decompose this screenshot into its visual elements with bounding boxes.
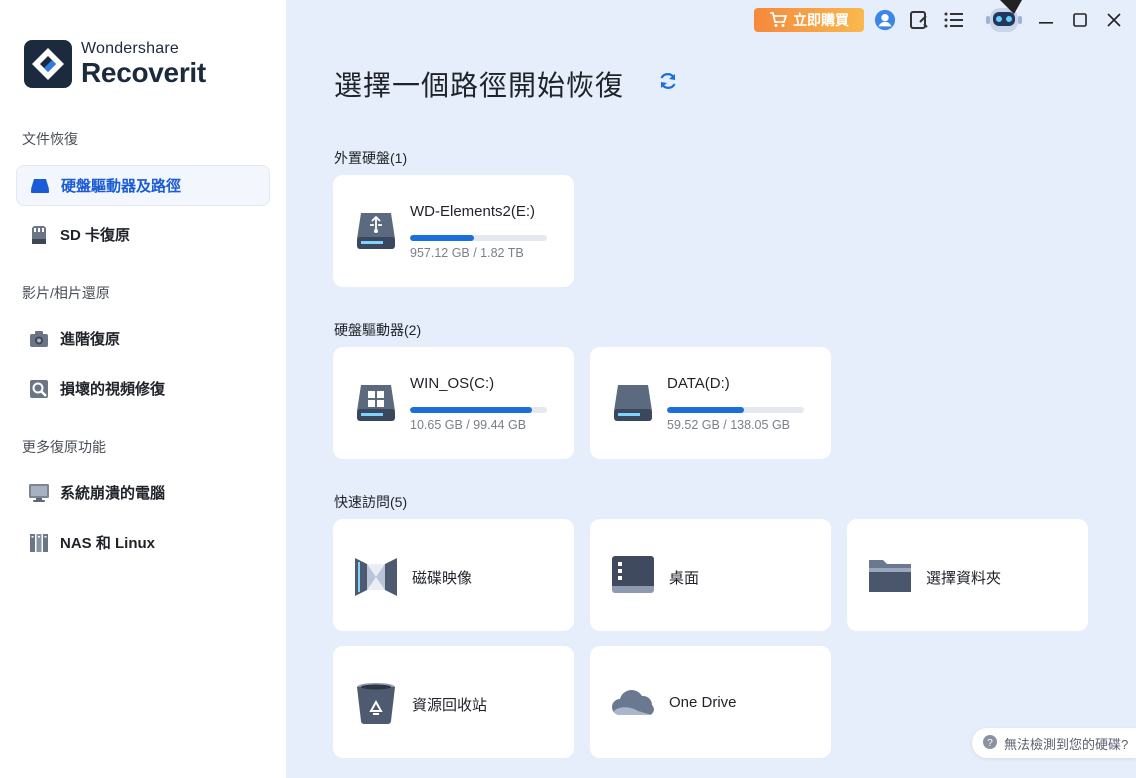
sidebar-item-label: 損壞的視頻修復 — [60, 381, 166, 398]
section-title-more-recovery: 更多復原功能 — [22, 439, 106, 455]
drive-usage-bar — [410, 235, 547, 241]
drive-size: 59.52 GB / 138.05 GB — [667, 418, 790, 432]
question-icon: ? — [982, 734, 998, 753]
drive-size: 10.65 GB / 99.44 GB — [410, 418, 527, 432]
video-repair-icon — [28, 378, 50, 400]
sidebar-item-label: 硬盤驅動器及路徑 — [61, 178, 182, 195]
drive-usage-bar — [410, 407, 547, 413]
refresh-icon[interactable] — [658, 71, 678, 96]
cannot-detect-drive-link[interactable]: ? 無法檢測到您的硬碟? — [972, 728, 1136, 758]
quick-item-label: One Drive — [669, 694, 737, 711]
quick-item-label: 磁碟映像 — [412, 570, 473, 587]
drive-name: WD-Elements2(E:) — [410, 203, 536, 220]
quick-item-recycle-bin[interactable]: 資源回收站 — [333, 646, 574, 758]
drive-card-c[interactable]: WIN_OS(C:) 10.65 GB / 99.44 GB — [333, 347, 574, 459]
minimize-icon[interactable] — [1035, 9, 1057, 31]
brand-product: Recoverit — [81, 57, 206, 88]
sidebar-item-advanced-recovery[interactable]: 進階復原 — [16, 318, 270, 359]
quick-item-label: 桌面 — [669, 570, 700, 587]
cart-icon — [770, 12, 787, 27]
brand-company: Wondershare — [81, 40, 179, 57]
drive-size: 957.12 GB / 1.82 TB — [410, 246, 524, 260]
svg-text:?: ? — [987, 738, 993, 749]
drive-usage-bar — [667, 407, 804, 413]
buy-now-label: 立即購買 — [793, 12, 849, 28]
onedrive-icon — [610, 681, 656, 730]
robot-assistant-icon[interactable] — [982, 0, 1026, 38]
drive-card-d[interactable]: DATA(D:) 59.52 GB / 138.05 GB — [590, 347, 831, 459]
recoverit-logo-icon — [24, 40, 72, 88]
account-icon[interactable] — [874, 9, 896, 31]
drive-icon — [29, 175, 51, 197]
nas-server-icon — [28, 532, 50, 554]
hard-drive-icon — [612, 383, 654, 428]
feedback-icon[interactable] — [908, 9, 930, 31]
desktop-icon — [610, 554, 656, 603]
section-title-file-recovery: 文件恢復 — [22, 131, 78, 147]
sidebar-item-label: 進階復原 — [60, 331, 121, 348]
sd-card-icon — [28, 224, 50, 246]
quick-item-label: 資源回收站 — [412, 697, 488, 714]
brand: Wondershare Recoverit — [24, 40, 206, 88]
group-title-hdd: 硬盤驅動器(2) — [334, 322, 422, 338]
sidebar-item-label: NAS 和 Linux — [60, 535, 156, 552]
quick-item-desktop[interactable]: 桌面 — [590, 519, 831, 631]
sidebar-item-drives-paths[interactable]: 硬盤驅動器及路徑 — [16, 165, 270, 206]
drive-name: WIN_OS(C:) — [410, 375, 495, 392]
sidebar-item-nas-linux[interactable]: NAS 和 Linux — [16, 522, 270, 563]
camera-icon — [28, 328, 50, 350]
usb-drive-icon — [355, 211, 397, 256]
sidebar-item-label: SD 卡復原 — [60, 227, 131, 244]
drive-card-external-e[interactable]: WD-Elements2(E:) 957.12 GB / 1.82 TB — [333, 175, 574, 287]
monitor-icon — [28, 482, 50, 504]
toast-text: 無法檢測到您的硬碟? — [1004, 736, 1129, 752]
windows-drive-icon — [355, 383, 397, 428]
page-title: 選擇一個路徑開始恢復 — [334, 70, 625, 101]
sidebar-item-crashed-computer[interactable]: 系統崩潰的電腦 — [16, 472, 270, 513]
quick-item-disk-image[interactable]: 磁碟映像 — [333, 519, 574, 631]
sidebar-item-sd-card[interactable]: SD 卡復原 — [16, 214, 270, 255]
close-icon[interactable] — [1103, 9, 1125, 31]
sidebar-item-label: 系統崩潰的電腦 — [60, 485, 166, 502]
quick-item-select-folder[interactable]: 選擇資料夾 — [847, 519, 1088, 631]
menu-list-icon[interactable] — [943, 9, 965, 31]
folder-icon — [867, 554, 913, 603]
group-title-quick: 快速訪問(5) — [334, 494, 408, 510]
sidebar: Wondershare Recoverit 文件恢復 硬盤驅動器及路徑 SD 卡… — [0, 0, 286, 778]
section-title-media-recovery: 影片/相片還原 — [22, 285, 110, 301]
quick-item-onedrive[interactable]: One Drive — [590, 646, 831, 758]
drive-name: DATA(D:) — [667, 375, 730, 392]
group-title-external: 外置硬盤(1) — [334, 150, 408, 166]
recycle-bin-icon — [353, 681, 399, 730]
buy-now-button[interactable]: 立即購買 — [754, 8, 864, 32]
quick-item-label: 選擇資料夾 — [926, 570, 1002, 587]
maximize-icon[interactable] — [1069, 9, 1091, 31]
sidebar-item-video-repair[interactable]: 損壞的視頻修復 — [16, 368, 270, 409]
disk-image-icon — [353, 554, 399, 603]
